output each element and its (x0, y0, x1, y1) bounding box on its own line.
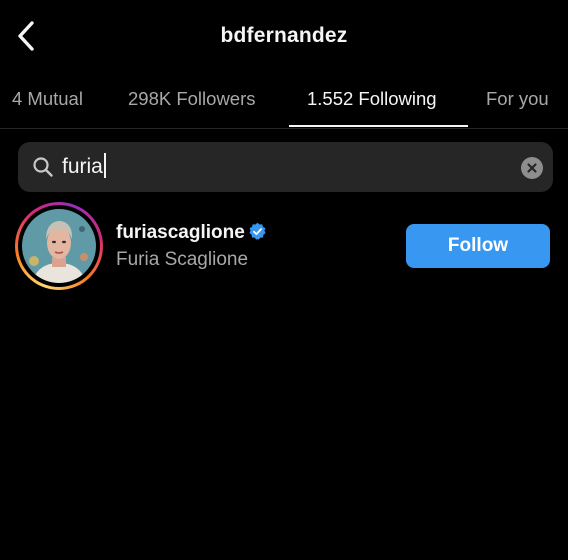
search-input-value: furia (62, 155, 103, 178)
verified-badge-icon (249, 222, 266, 240)
tab-followers[interactable]: 298K Followers (128, 88, 256, 110)
full-name: Furia Scaglione (116, 249, 249, 270)
page-title: bdfernandez (220, 24, 348, 47)
text-caret (103, 153, 106, 179)
tab-for-you[interactable]: For you (486, 88, 549, 110)
search-input[interactable]: furia (62, 142, 106, 192)
tab-bar: 4 Mutual 298K Followers 1.552 Following … (0, 72, 568, 129)
tab-mutual[interactable]: 4 Mutual (12, 88, 83, 110)
tab-following[interactable]: 1.552 Following (307, 88, 437, 110)
avatar (22, 209, 96, 283)
username-line: furiascaglione (116, 222, 267, 246)
search-bar: furia (18, 142, 553, 192)
avatar-frame (18, 205, 100, 287)
username[interactable]: furiascaglione (116, 222, 245, 243)
active-tab-indicator (289, 125, 468, 127)
avatar-portrait-image (22, 209, 96, 283)
result-row[interactable]: furiascaglione Furia Scaglione Follow (0, 200, 568, 292)
story-ring[interactable] (15, 202, 103, 290)
search-icon (33, 157, 53, 177)
top-bar: bdfernandez (0, 0, 568, 72)
clear-search-button[interactable] (521, 157, 543, 179)
follow-button[interactable]: Follow (406, 224, 550, 268)
clear-icon (527, 163, 537, 173)
